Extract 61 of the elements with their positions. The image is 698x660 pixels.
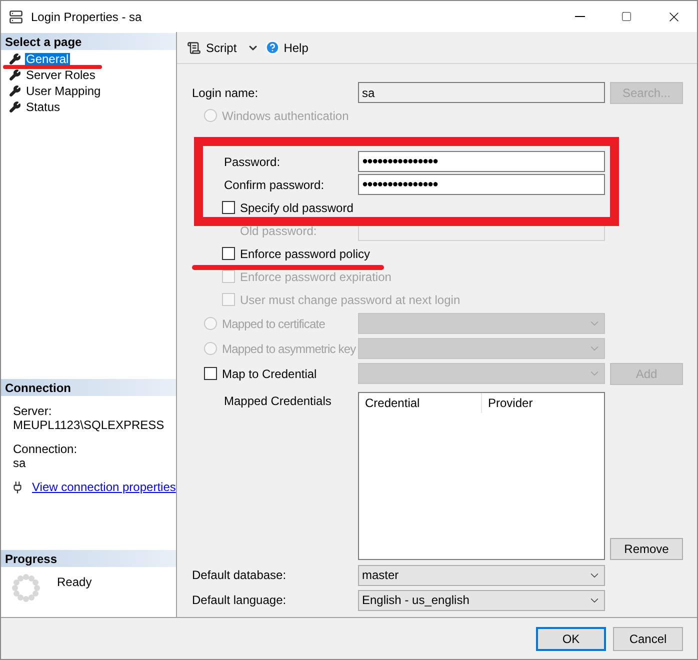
field-label: Specify old password — [240, 202, 354, 214]
field-label: Windows authentication — [222, 110, 349, 122]
field-label: Password: — [224, 154, 280, 168]
sidebar-item[interactable]: Status — [25, 100, 62, 112]
sidebar-item[interactable]: User Mapping — [25, 84, 102, 96]
dialog-button[interactable]: OK — [536, 626, 606, 650]
button[interactable]: Remove — [610, 538, 683, 560]
dialog-button[interactable]: Cancel — [613, 626, 683, 650]
radio-button[interactable] — [204, 317, 217, 330]
spinner-icon — [11, 573, 41, 603]
radio-button[interactable] — [204, 109, 217, 122]
connection-link[interactable]: View connection properties — [32, 480, 176, 494]
column-header[interactable]: Credential — [359, 393, 482, 413]
field-label: Login name: — [192, 86, 258, 100]
sidebar-item[interactable]: Server Roles — [25, 68, 96, 80]
checkbox[interactable] — [222, 201, 235, 214]
sidebar-item[interactable]: General — [25, 52, 70, 64]
help-icon — [264, 40, 280, 55]
radio-button[interactable] — [204, 342, 217, 355]
field-label: Mapped Credentials — [224, 394, 332, 408]
section-header: Connection — [1, 379, 176, 396]
minimize-icon — [574, 16, 584, 17]
server-name: MEUPL1123\SQLEXPRESS — [13, 418, 166, 432]
field-label: Enforce password policy — [240, 248, 370, 260]
field-label: Enforce password expiration — [240, 270, 392, 282]
column-header[interactable]: Provider — [482, 393, 539, 413]
progress-status: Ready — [57, 574, 92, 591]
window-title: Login Properties - sa — [31, 8, 142, 26]
field-label: User must change password at next login — [240, 294, 460, 306]
script-icon — [187, 40, 201, 54]
field-label: Old password: — [240, 224, 317, 238]
wrench-icon — [9, 52, 21, 64]
checkbox[interactable] — [204, 367, 217, 380]
wrench-icon — [9, 84, 21, 96]
password-field[interactable]: ●●●●●●●●●●●●●●● — [358, 174, 605, 195]
dropdown[interactable] — [358, 313, 605, 334]
wrench-icon — [9, 68, 21, 80]
input-field[interactable]: sa — [358, 82, 605, 103]
section-header: Select a page — [1, 33, 176, 50]
section-header: Progress — [1, 550, 176, 567]
script-button[interactable]: Script — [187, 38, 237, 56]
field-label: Mapped to asymmetric key — [222, 342, 356, 354]
connection-label: Connection: — [13, 442, 78, 456]
wrench-icon — [9, 100, 21, 112]
field-label: Confirm password: — [224, 178, 324, 192]
field-label: Mapped to certificate — [222, 318, 325, 330]
dropdown[interactable]: English - us_english — [358, 590, 605, 610]
field-label: Default database: — [192, 568, 286, 582]
help-button[interactable]: Help — [264, 38, 308, 56]
dropdown[interactable] — [358, 338, 605, 359]
server-label: Server: — [13, 404, 53, 418]
connection-user: sa — [13, 456, 27, 470]
plug-icon — [11, 480, 24, 494]
dropdown[interactable]: master — [358, 564, 605, 586]
password-field[interactable]: ●●●●●●●●●●●●●●● — [358, 151, 605, 172]
checkbox[interactable] — [222, 247, 235, 260]
server-icon — [9, 10, 23, 24]
field-label: Map to Credential — [222, 368, 317, 380]
field-label: Default language: — [192, 593, 286, 607]
dropdown[interactable] — [358, 363, 605, 384]
maximize-icon — [621, 11, 632, 22]
